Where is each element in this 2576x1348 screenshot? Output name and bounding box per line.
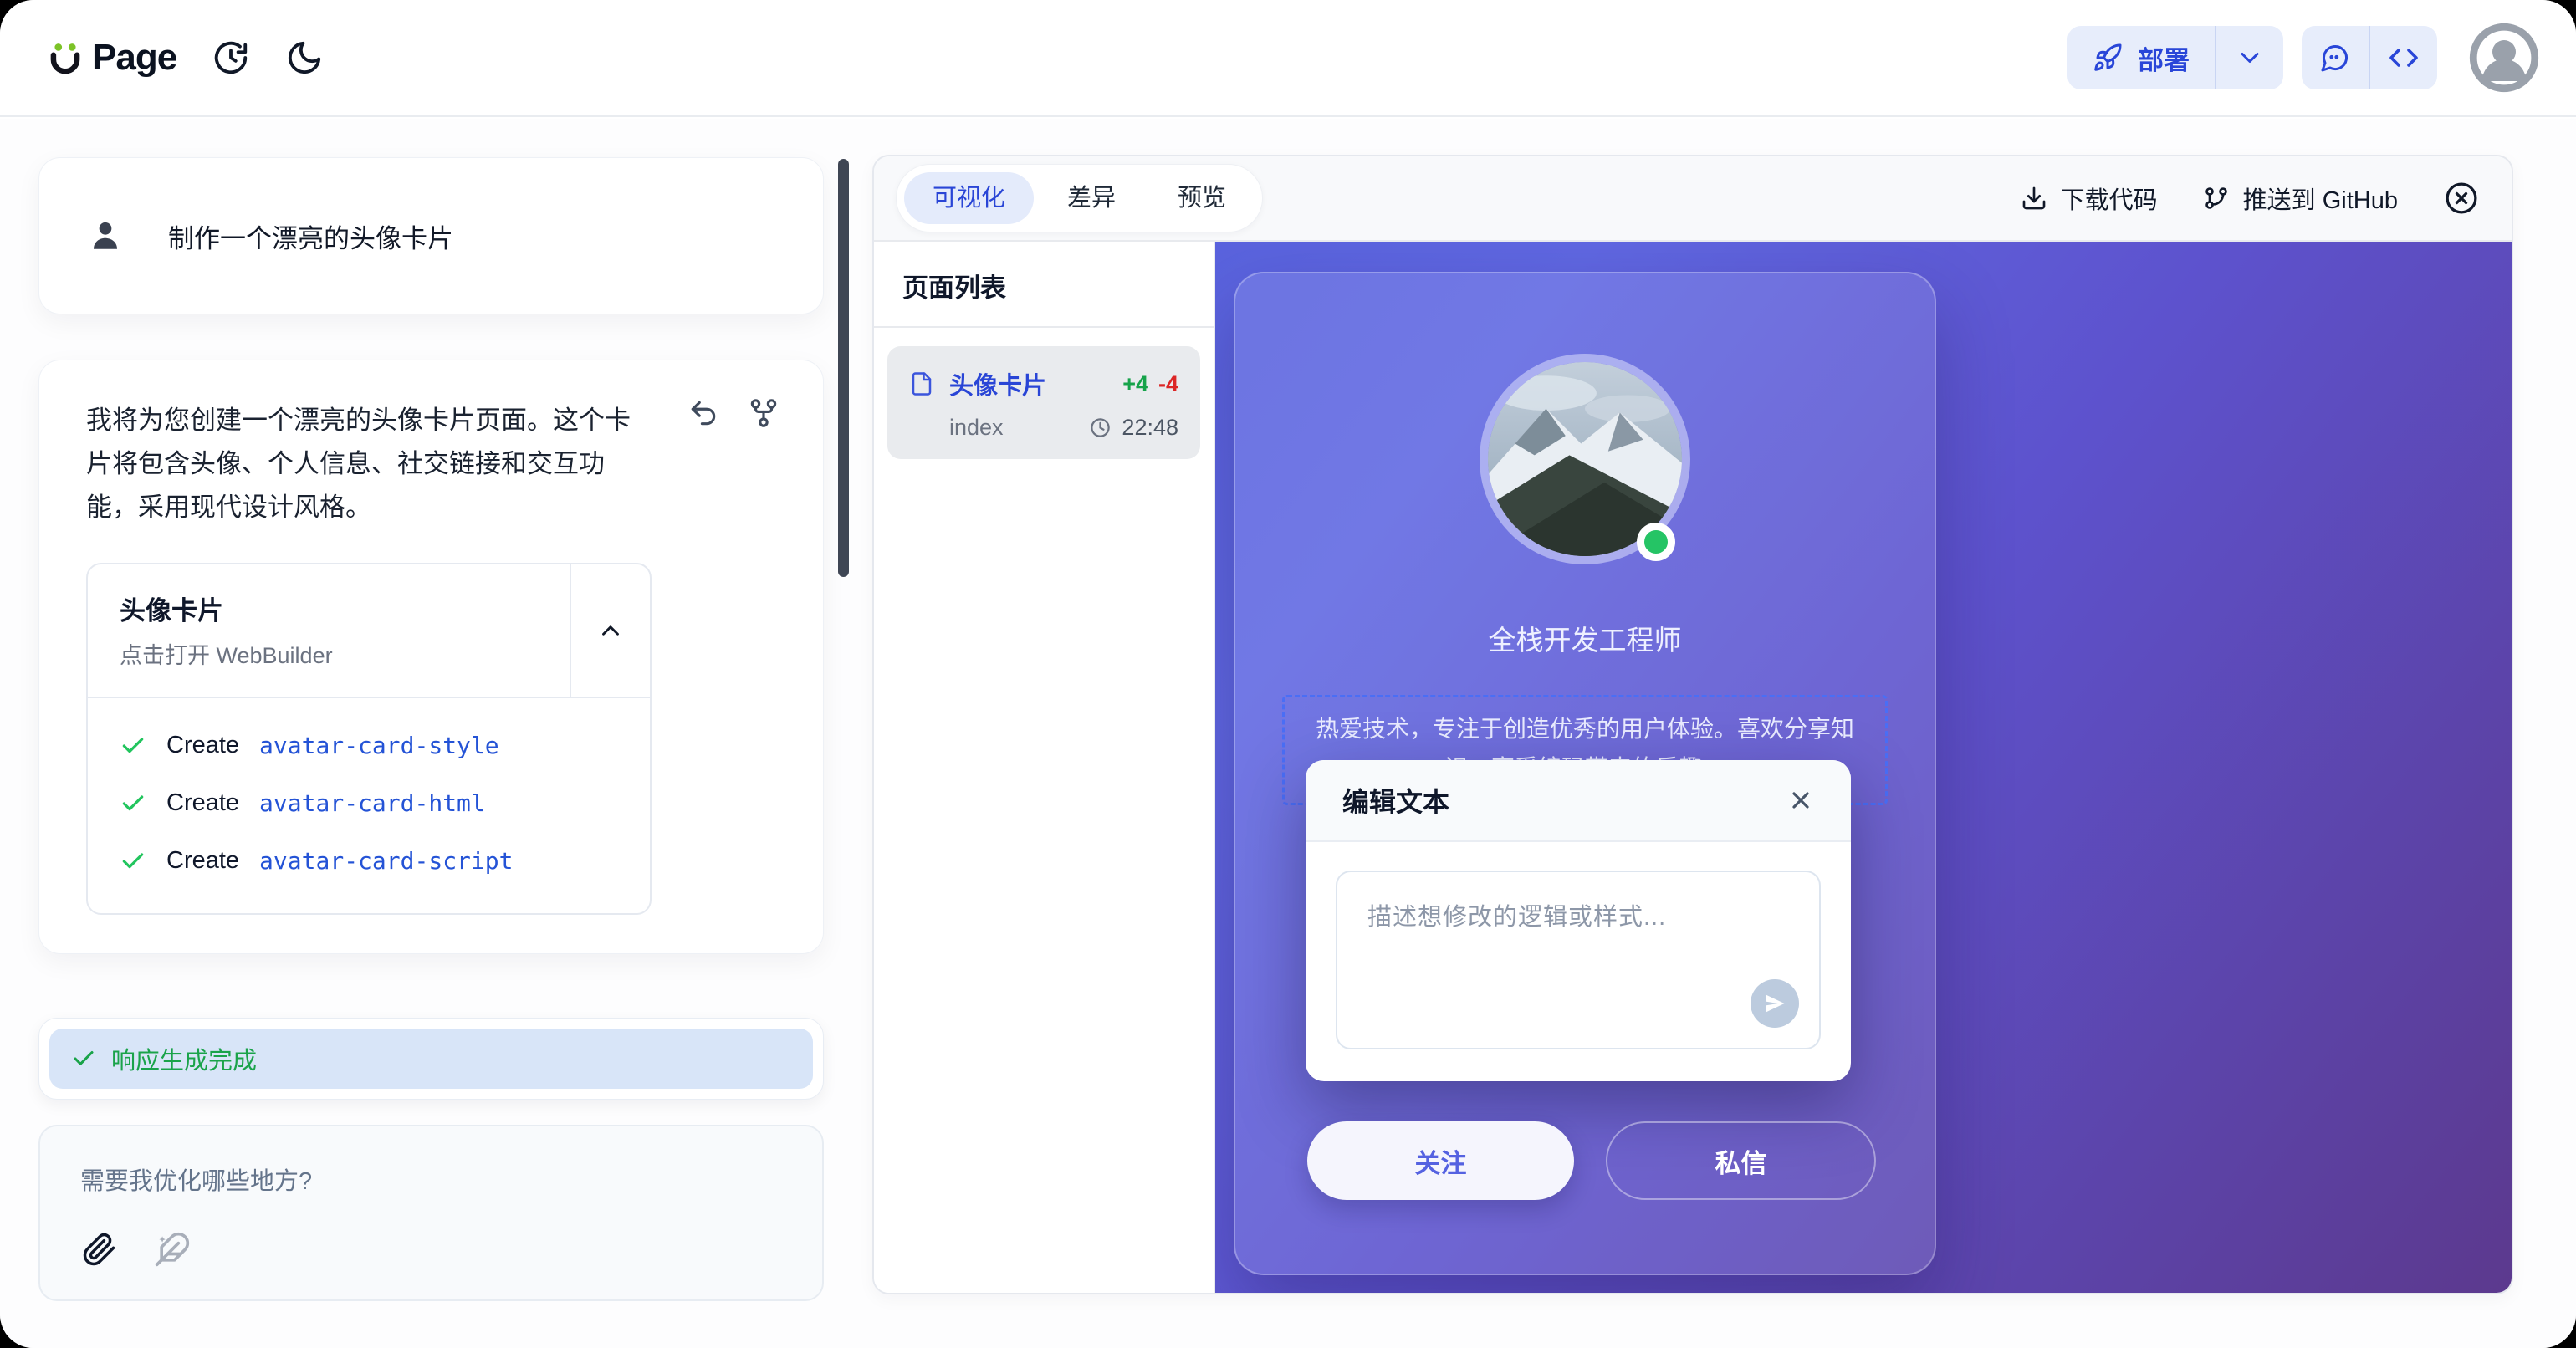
- visual-preview-canvas[interactable]: 全栈开发工程师 热爱技术，专注于创造优秀的用户体验。喜欢分享知识，享受编码带来的…: [1215, 242, 2512, 1293]
- webbuilder-card-title: 头像卡片: [120, 590, 538, 627]
- code-icon: [2389, 43, 2419, 73]
- history-icon[interactable]: [212, 38, 250, 77]
- clock-icon: [1089, 416, 1112, 439]
- account-avatar[interactable]: [2469, 23, 2539, 93]
- edit-text-modal: 编辑文本: [1306, 760, 1851, 1081]
- task-file-link[interactable]: avatar-card-script: [259, 847, 513, 875]
- avatar-profile-card: 全栈开发工程师 热爱技术，专注于创造优秀的用户体验。喜欢分享知识，享受编码带来的…: [1234, 272, 1936, 1275]
- enhance-feather-icon[interactable]: [154, 1231, 191, 1268]
- push-github-label: 推送到 GitHub: [2243, 181, 2398, 216]
- direct-message-button[interactable]: 私信: [1606, 1121, 1876, 1200]
- git-branch-icon: [2203, 185, 2230, 212]
- attach-paperclip-icon[interactable]: [82, 1232, 117, 1267]
- close-circle-icon: [2443, 180, 2480, 217]
- app-logo[interactable]: Page: [43, 36, 176, 79]
- profile-role-title: 全栈开发工程师: [1235, 618, 1935, 658]
- dark-mode-moon-icon[interactable]: [285, 38, 324, 77]
- task-file-link[interactable]: avatar-card-html: [259, 789, 485, 817]
- rocket-icon: [2093, 43, 2123, 73]
- fork-icon[interactable]: [748, 397, 779, 429]
- generation-status: 响应生成完成: [38, 1018, 824, 1100]
- code-view-button[interactable]: [2370, 26, 2437, 89]
- workspace-header: 可视化 差异 预览 下载代码 推送到 GitHub: [874, 156, 2512, 242]
- check-icon: [120, 790, 146, 817]
- send-button[interactable]: [1751, 979, 1799, 1028]
- user-message-text: 制作一个漂亮的头像卡片: [168, 217, 453, 255]
- page-list-sidebar: 页面列表 头像卡片 +4 -4 index: [874, 242, 1215, 1293]
- tab-visualize[interactable]: 可视化: [904, 172, 1034, 224]
- tab-preview[interactable]: 预览: [1149, 172, 1255, 224]
- logo-smiley-icon: [43, 36, 87, 79]
- check-icon: [71, 1046, 96, 1071]
- chat-scrollbar[interactable]: [838, 159, 849, 577]
- chat-composer: [38, 1125, 824, 1301]
- edit-instruction-input[interactable]: [1336, 871, 1821, 1049]
- chat-panel: 制作一个漂亮的头像卡片 我将为您创建一个漂亮的头像卡片页面。这个卡片将包含头像、…: [0, 119, 872, 1348]
- page-filename: index: [949, 415, 1004, 441]
- webbuilder-card: 头像卡片 点击打开 WebBuilder Create avatar-card-…: [86, 563, 652, 915]
- download-icon: [2021, 185, 2047, 212]
- app-window: Page 部署: [0, 0, 2576, 1348]
- chat-bubble-icon: [2320, 43, 2350, 73]
- workspace-panel: 可视化 差异 预览 下载代码 推送到 GitHub: [872, 155, 2513, 1294]
- task-action: Create: [166, 732, 239, 759]
- download-code-label: 下载代码: [2061, 181, 2158, 216]
- deploy-button[interactable]: 部署: [2067, 26, 2215, 89]
- profile-avatar[interactable]: [1480, 354, 1690, 564]
- modal-title: 编辑文本: [1342, 781, 1449, 820]
- task-action: Create: [166, 847, 239, 875]
- close-workspace-button[interactable]: [2443, 180, 2480, 217]
- webbuilder-card-subtitle: 点击打开 WebBuilder: [120, 637, 538, 670]
- chevron-up-icon: [596, 616, 625, 645]
- topbar: Page 部署: [0, 0, 2576, 117]
- push-github-button[interactable]: 推送到 GitHub: [2203, 181, 2398, 216]
- deploy-label: 部署: [2138, 39, 2190, 77]
- task-file-link[interactable]: avatar-card-style: [259, 732, 499, 759]
- diff-added: +4: [1122, 371, 1148, 396]
- online-status-dot: [1637, 523, 1675, 561]
- task-row: Create avatar-card-script: [120, 847, 618, 875]
- undo-icon[interactable]: [687, 397, 719, 429]
- deploy-button-group: 部署: [2067, 26, 2283, 89]
- task-action: Create: [166, 789, 239, 817]
- assistant-message-text: 我将为您创建一个漂亮的头像卡片页面。这个卡片将包含头像、个人信息、社交链接和交互…: [86, 399, 638, 529]
- deploy-dropdown-button[interactable]: [2216, 26, 2283, 89]
- avatar-person-icon: [2469, 23, 2539, 93]
- modal-close-icon[interactable]: [1787, 787, 1814, 814]
- follow-button[interactable]: 关注: [1307, 1121, 1574, 1200]
- diff-removed: -4: [1158, 371, 1178, 396]
- page-list-header: 页面列表: [874, 242, 1214, 328]
- view-tabs: 可视化 差异 预览: [896, 164, 1263, 232]
- page-list-item[interactable]: 头像卡片 +4 -4 index 22:48: [887, 346, 1200, 459]
- logo-text: Page: [92, 37, 176, 79]
- tab-diff[interactable]: 差异: [1039, 172, 1144, 224]
- collapse-button[interactable]: [570, 564, 650, 697]
- page-title: 头像卡片: [949, 366, 1046, 401]
- file-icon: [909, 370, 934, 398]
- task-row: Create avatar-card-style: [120, 732, 618, 759]
- utility-button-group: [2302, 26, 2437, 89]
- page-timestamp: 22:48: [1122, 415, 1178, 441]
- chevron-down-icon: [2235, 43, 2265, 73]
- status-text: 响应生成完成: [111, 1041, 257, 1076]
- feedback-chat-button[interactable]: [2302, 26, 2369, 89]
- download-code-button[interactable]: 下载代码: [2021, 181, 2158, 216]
- webbuilder-card-open[interactable]: 头像卡片 点击打开 WebBuilder: [88, 564, 570, 697]
- check-icon: [120, 733, 146, 759]
- user-icon: [88, 216, 123, 256]
- task-row: Create avatar-card-html: [120, 789, 618, 817]
- send-icon: [1762, 991, 1787, 1016]
- check-icon: [120, 848, 146, 875]
- assistant-message-card: 我将为您创建一个漂亮的头像卡片页面。这个卡片将包含头像、个人信息、社交链接和交互…: [38, 360, 824, 954]
- user-message-card: 制作一个漂亮的头像卡片: [38, 157, 824, 314]
- main-content: 制作一个漂亮的头像卡片 我将为您创建一个漂亮的头像卡片页面。这个卡片将包含头像、…: [0, 119, 2576, 1348]
